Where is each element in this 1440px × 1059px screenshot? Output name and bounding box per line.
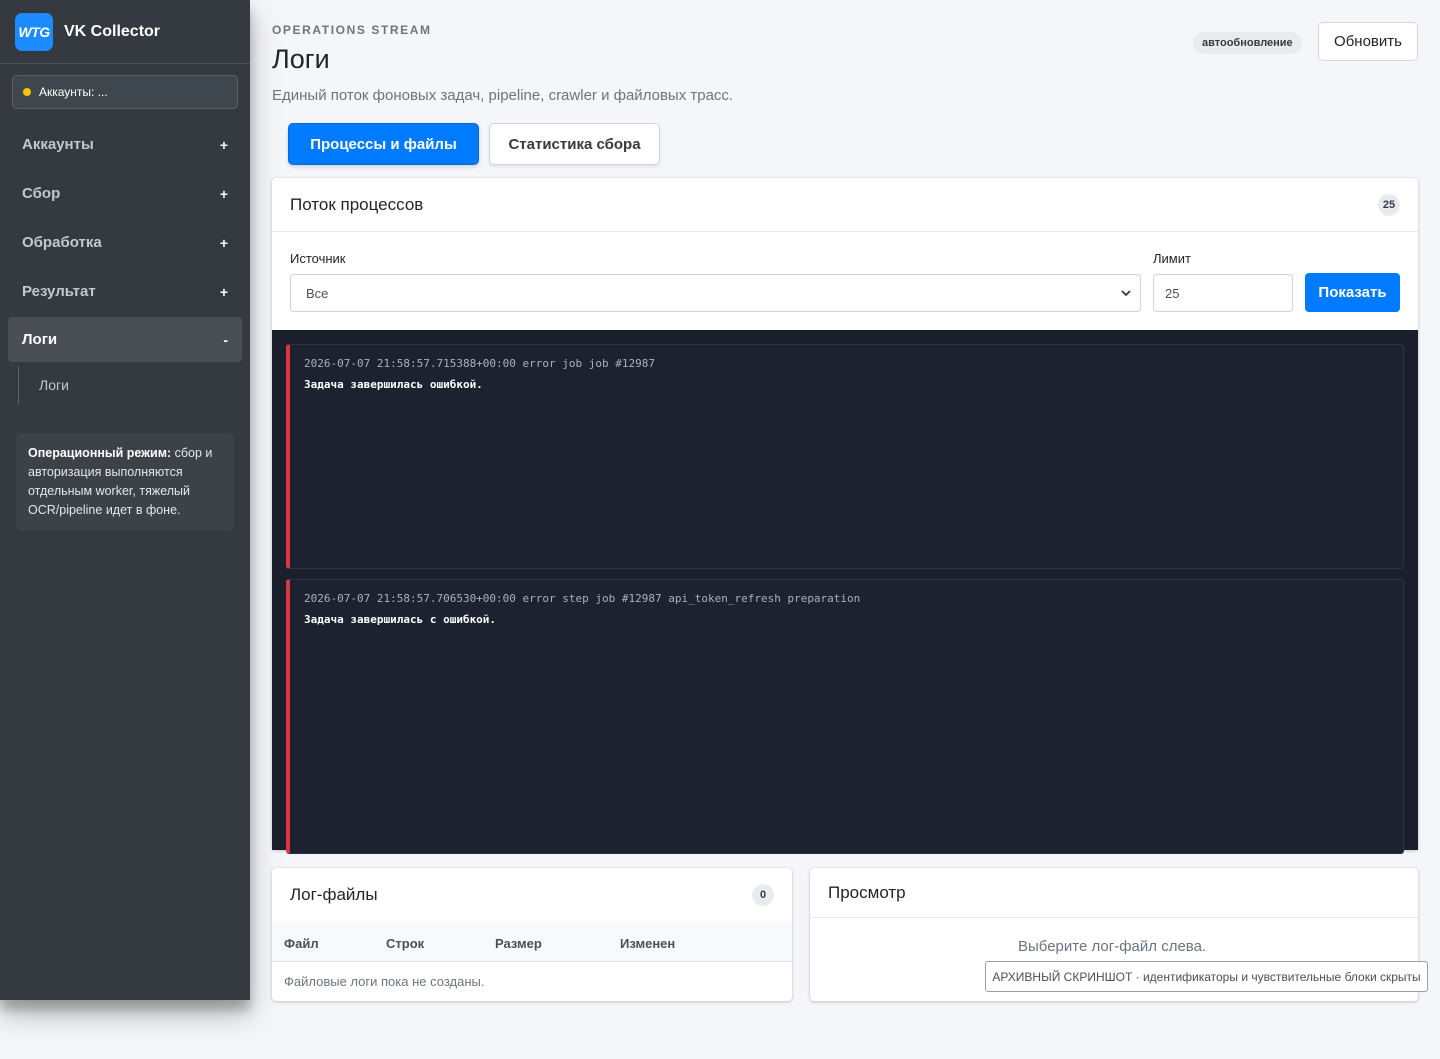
log-files-card: Лог-файлы 0 Файл Строк Размер Изменен Фа… xyxy=(272,868,792,1001)
sidebar-item-label: Логи xyxy=(22,331,58,348)
empty-state-text: Файловые логи пока не созданы. xyxy=(284,974,485,989)
brand-logo: WTG xyxy=(15,12,53,51)
source-select-value: Все xyxy=(306,285,329,301)
sidebar-item-label: Аккаунты xyxy=(22,136,94,153)
archive-notice: АРХИВНЫЙ СКРИНШОТ · идентификаторы и чув… xyxy=(985,961,1428,992)
count-badge: 0 xyxy=(752,883,774,906)
preview-hint: Выберите лог-файл слева. xyxy=(1018,938,1207,955)
autorefresh-badge[interactable]: автообновление xyxy=(1193,32,1302,54)
log-entry[interactable]: 2026-07-07 21:58:57.706530+00:00 error s… xyxy=(286,579,1404,854)
brand-name: VK Collector xyxy=(64,22,161,40)
plus-icon: + xyxy=(219,136,228,153)
sidebar-subitem-logs[interactable]: Логи xyxy=(18,366,238,404)
brand[interactable]: WTG VK Collector xyxy=(0,0,250,64)
info-title: Операционный режим: xyxy=(28,446,172,460)
sidebar-item-collection[interactable]: Сбор + xyxy=(8,171,242,216)
page-title: Логи xyxy=(272,44,330,74)
refresh-button[interactable]: Обновить xyxy=(1318,22,1418,61)
count-badge: 25 xyxy=(1378,193,1400,216)
accounts-status-label: Аккаунты: ... xyxy=(39,85,108,99)
plus-icon: + xyxy=(219,185,228,202)
sidebar-item-processing[interactable]: Обработка + xyxy=(8,220,242,265)
sidebar-item-label: Результат xyxy=(22,283,96,300)
limit-input-value: 25 xyxy=(1165,285,1180,301)
chevron-down-icon xyxy=(1121,290,1131,297)
page-subtitle: Единый поток фоновых задач, pipeline, cr… xyxy=(272,87,734,104)
sidebar-item-result[interactable]: Результат + xyxy=(8,269,242,314)
card-header: Просмотр xyxy=(810,868,1418,918)
limit-input[interactable]: 25 xyxy=(1153,274,1293,312)
source-label: Источник xyxy=(290,251,346,266)
card-header: Поток процессов 25 xyxy=(272,178,1418,232)
log-entry-meta: 2026-07-07 21:58:57.715388+00:00 error j… xyxy=(304,357,655,370)
log-entry-message: Задача завершилась с ошибкой. xyxy=(304,613,497,626)
status-dot-icon xyxy=(23,88,31,96)
column-size[interactable]: Размер xyxy=(495,936,542,951)
plus-icon: + xyxy=(219,283,228,300)
sidebar: WTG VK Collector Аккаунты: ... Аккаунты … xyxy=(0,0,250,1000)
column-file[interactable]: Файл xyxy=(284,936,319,951)
sidebar-item-label: Сбор xyxy=(22,185,61,202)
limit-label: Лимит xyxy=(1153,251,1191,266)
tab-collection-stats[interactable]: Статистика сбора xyxy=(489,123,660,165)
show-button[interactable]: Показать xyxy=(1305,273,1400,312)
sidebar-item-accounts[interactable]: Аккаунты + xyxy=(8,122,242,167)
card-title: Поток процессов xyxy=(290,194,424,214)
page-eyebrow: OPERATIONS STREAM xyxy=(272,23,432,37)
column-modified[interactable]: Изменен xyxy=(620,936,675,951)
card-title: Лог-файлы xyxy=(290,884,378,904)
log-entry-message: Задача завершилась ошибкой. xyxy=(304,378,483,391)
card-title: Просмотр xyxy=(828,882,906,902)
operational-mode-info: Операционный режим: сбор и авторизация в… xyxy=(16,433,234,531)
card-header: Лог-файлы 0 xyxy=(272,868,792,922)
sidebar-subitem-label: Логи xyxy=(39,377,69,393)
tab-processes-files[interactable]: Процессы и файлы xyxy=(288,123,479,165)
source-select[interactable]: Все xyxy=(290,274,1141,312)
log-entry-meta: 2026-07-07 21:58:57.706530+00:00 error s… xyxy=(304,592,861,605)
sidebar-item-logs[interactable]: Логи - xyxy=(8,317,242,362)
log-entry[interactable]: 2026-07-07 21:58:57.715388+00:00 error j… xyxy=(286,344,1404,569)
plus-icon: + xyxy=(219,234,228,251)
process-stream-card: Поток процессов 25 Источник Все Лимит 25… xyxy=(272,178,1418,854)
minus-icon: - xyxy=(223,331,228,348)
column-lines[interactable]: Строк xyxy=(386,936,424,951)
log-console[interactable]: 2026-07-07 21:58:57.715388+00:00 error j… xyxy=(272,330,1418,854)
sidebar-item-label: Обработка xyxy=(22,234,102,251)
accounts-status-pill[interactable]: Аккаунты: ... xyxy=(12,75,238,109)
